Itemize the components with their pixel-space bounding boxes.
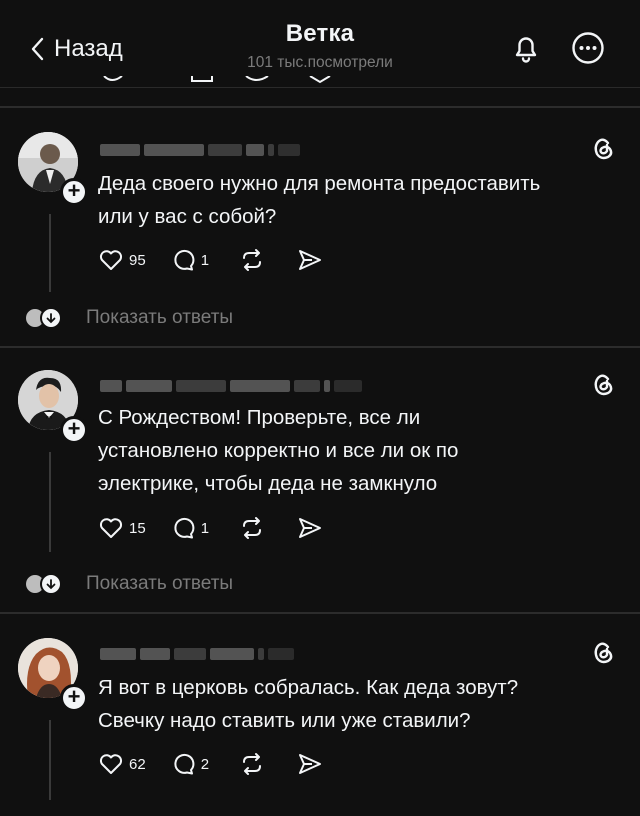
thread-line <box>49 720 51 800</box>
post-text: Деда своего нужно для ремонта предостави… <box>98 172 541 228</box>
previous-post-actions-peek <box>103 76 331 84</box>
reply-count: 1 <box>200 519 210 537</box>
show-replies-button[interactable]: Показать ответы <box>24 572 233 596</box>
comment-icon <box>174 249 195 271</box>
repost-icon <box>243 249 262 271</box>
top-bar: Назад Ветка 101 тыс.посмотрели <box>0 0 640 88</box>
arrow-down-icon <box>40 573 62 595</box>
reply-button[interactable]: 1 <box>170 515 209 541</box>
arrow-down-icon <box>40 307 62 329</box>
heart-icon <box>99 518 123 538</box>
send-icon <box>299 250 322 270</box>
repost-button[interactable] <box>239 515 265 541</box>
like-button[interactable]: 62 <box>98 751 146 777</box>
follow-plus-button[interactable]: + <box>60 178 88 206</box>
threads-logo-icon <box>594 642 613 664</box>
thread-post[interactable]: + Деда своего нужно для ремонта предоста… <box>0 108 640 346</box>
like-button[interactable]: 15 <box>98 515 146 541</box>
send-icon <box>299 518 322 538</box>
thread-post[interactable]: + С Рождеством! Проверьте, все ли устано… <box>0 348 640 612</box>
comment-icon <box>174 517 195 539</box>
blurred-username <box>100 646 294 662</box>
thread-line <box>49 452 51 552</box>
blurred-username <box>100 378 362 394</box>
post-text: Я вот в церковь собралась. Как деда зову… <box>98 676 519 732</box>
thread-screen: Назад Ветка 101 тыс.посмотрели + Деда св… <box>0 0 640 816</box>
page-title: Ветка <box>285 20 355 47</box>
share-button[interactable] <box>297 515 323 541</box>
show-replies-label: Показать ответы <box>86 573 234 594</box>
post-actions: 62 2 <box>98 750 323 778</box>
reply-count: 2 <box>200 755 210 773</box>
bell-icon[interactable] <box>508 30 544 66</box>
reply-count: 1 <box>200 251 210 269</box>
share-button[interactable] <box>297 751 323 777</box>
like-count: 62 <box>129 755 146 773</box>
like-count: 95 <box>129 251 146 269</box>
share-button[interactable] <box>297 247 323 273</box>
heart-icon <box>99 250 123 270</box>
repost-button[interactable] <box>239 247 265 273</box>
show-replies-button[interactable]: Показать ответы <box>24 306 233 330</box>
follow-plus-button[interactable]: + <box>60 684 88 712</box>
post-text: С Рождеством! Проверьте, все ли установл… <box>98 406 459 495</box>
comment-icon <box>174 753 195 775</box>
post-actions: 95 1 <box>98 246 323 274</box>
follow-plus-button[interactable]: + <box>60 416 88 444</box>
thread-post[interactable]: + Я вот в церковь собралась. Как деда зо… <box>0 614 640 816</box>
send-icon <box>299 754 322 774</box>
like-button[interactable]: 95 <box>98 247 146 273</box>
repost-icon <box>243 753 262 775</box>
reply-button[interactable]: 2 <box>170 751 209 777</box>
repost-icon <box>243 517 262 539</box>
threads-logo-icon <box>594 374 613 396</box>
threads-logo-icon <box>594 138 613 160</box>
repost-button[interactable] <box>239 751 265 777</box>
thread-line <box>49 214 51 292</box>
show-replies-label: Показать ответы <box>86 307 234 328</box>
post-actions: 15 1 <box>98 514 323 542</box>
reply-button[interactable]: 1 <box>170 247 209 273</box>
blurred-username <box>100 142 300 158</box>
views-count: 101 тыс.посмотрели <box>247 54 393 71</box>
more-horizontal-icon[interactable] <box>570 30 606 66</box>
like-count: 15 <box>129 519 146 537</box>
heart-icon <box>99 754 123 774</box>
